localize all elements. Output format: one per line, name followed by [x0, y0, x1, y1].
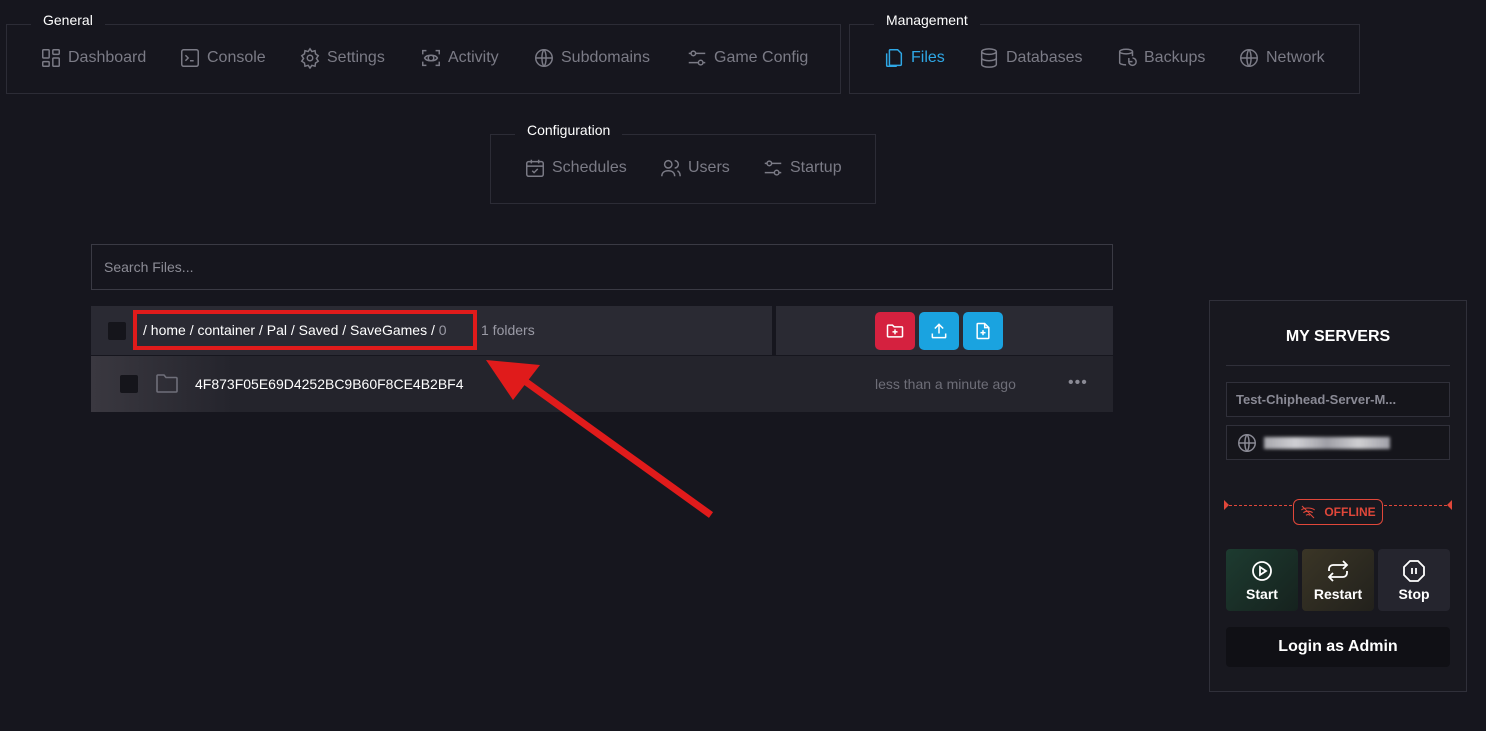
server-name-field[interactable]: Test-Chiphead-Server-M...	[1226, 382, 1450, 417]
nav-item-users[interactable]: Users	[660, 157, 730, 179]
nav-item-schedules-label: Schedules	[552, 159, 627, 176]
nav-item-subdomains-label: Subdomains	[561, 49, 650, 66]
nav-item-game-config-label: Game Config	[714, 49, 809, 66]
start-label: Start	[1246, 585, 1278, 602]
my-servers-title: MY SERVERS	[1285, 328, 1391, 345]
divider	[1226, 365, 1450, 366]
nav-item-subdomains[interactable]: Subdomains	[533, 47, 650, 69]
nav-item-activity[interactable]: Activity	[420, 47, 499, 69]
calendar-icon	[526, 159, 544, 177]
new-file-button[interactable]	[963, 312, 1003, 350]
upload-icon	[931, 323, 947, 339]
new-folder-button[interactable]	[875, 312, 915, 350]
nav-item-backups-label: Backups	[1144, 49, 1206, 66]
nav-item-settings-label: Settings	[327, 49, 385, 66]
nav-item-databases-label: Databases	[1006, 49, 1083, 66]
nav-item-network[interactable]: Network	[1238, 47, 1325, 69]
play-icon	[1252, 560, 1272, 581]
server-address-redacted	[1264, 437, 1390, 449]
nav-group-configuration: Configuration Schedules Users Startup	[490, 111, 876, 204]
nav-item-network-label: Network	[1266, 49, 1325, 66]
folder-plus-icon	[886, 324, 904, 338]
stop-button[interactable]: Stop	[1378, 549, 1450, 611]
start-button[interactable]: Start	[1226, 549, 1298, 611]
nav-item-startup-label: Startup	[790, 159, 842, 176]
nav-item-activity-label: Activity	[448, 49, 499, 66]
globe-icon	[535, 49, 553, 67]
nav-item-files-label: Files	[911, 49, 945, 66]
nav-item-backups[interactable]: Backups	[1116, 47, 1205, 69]
file-modified: less than a minute ago	[875, 376, 1016, 392]
login-as-admin-button[interactable]: Login as Admin	[1226, 627, 1450, 667]
nav-item-schedules[interactable]: Schedules	[524, 157, 627, 179]
server-name: Test-Chiphead-Server-M...	[1236, 392, 1397, 407]
nav-item-settings[interactable]: Settings	[299, 47, 385, 69]
nav-item-users-label: Users	[688, 159, 730, 176]
status-text: OFFLINE	[1324, 505, 1376, 519]
backup-icon	[1118, 48, 1137, 67]
file-name[interactable]: 4F873F05E69D4252BC9B60F8CE4B2BF4	[195, 376, 464, 392]
nav-group-management: Management Files Databases Backups Netwo…	[849, 1, 1360, 94]
database-icon	[980, 48, 998, 68]
status-marker-left	[1224, 500, 1229, 510]
wifi-off-icon	[1301, 505, 1316, 519]
nav-item-databases[interactable]: Databases	[978, 47, 1083, 69]
repeat-icon	[1327, 559, 1349, 582]
upload-button[interactable]	[919, 312, 959, 350]
files-icon	[885, 49, 903, 67]
globe-icon	[1240, 49, 1258, 67]
activity-icon	[422, 49, 440, 67]
nav-group-general: General Dashboard Console Settings Activ…	[6, 1, 841, 94]
sliders-icon	[764, 160, 782, 176]
stop-icon	[1403, 559, 1425, 582]
status-marker-right	[1447, 500, 1452, 510]
sliders-icon	[688, 50, 706, 66]
nav-item-game-config[interactable]: Game Config	[686, 47, 808, 69]
nav-group-configuration-title: Configuration	[515, 111, 623, 144]
status-badge: OFFLINE	[1293, 499, 1383, 525]
my-servers-panel: MY SERVERS Test-Chiphead-Server-M... OFF…	[1209, 300, 1467, 692]
users-icon	[661, 159, 681, 177]
annotation-highlight-box	[133, 310, 477, 350]
file-plus-icon	[976, 322, 990, 340]
terminal-icon	[181, 49, 199, 67]
gear-icon	[300, 47, 320, 69]
nav-item-dashboard[interactable]: Dashboard	[40, 47, 146, 69]
nav-group-general-title: General	[31, 1, 105, 34]
select-all-checkbox[interactable]	[108, 322, 126, 340]
nav-item-files[interactable]: Files	[883, 47, 945, 69]
dashboard-icon	[42, 49, 60, 67]
globe-icon	[1238, 434, 1256, 452]
stop-label: Stop	[1398, 585, 1430, 602]
folder-count: 1 folders	[481, 322, 535, 338]
nav-item-dashboard-label: Dashboard	[68, 49, 147, 66]
nav-item-console-label: Console	[207, 49, 266, 66]
row-checkbox[interactable]	[120, 375, 138, 393]
nav-item-console[interactable]: Console	[179, 47, 266, 69]
nav-group-management-title: Management	[874, 1, 980, 34]
nav-item-startup[interactable]: Startup	[762, 157, 842, 179]
search-input[interactable]: Search Files...	[91, 244, 1113, 290]
restart-label: Restart	[1313, 585, 1363, 602]
more-options-icon[interactable]: •••	[1068, 374, 1088, 392]
folder-icon	[156, 374, 178, 393]
server-address-field[interactable]	[1226, 425, 1450, 460]
restart-button[interactable]: Restart	[1302, 549, 1374, 611]
